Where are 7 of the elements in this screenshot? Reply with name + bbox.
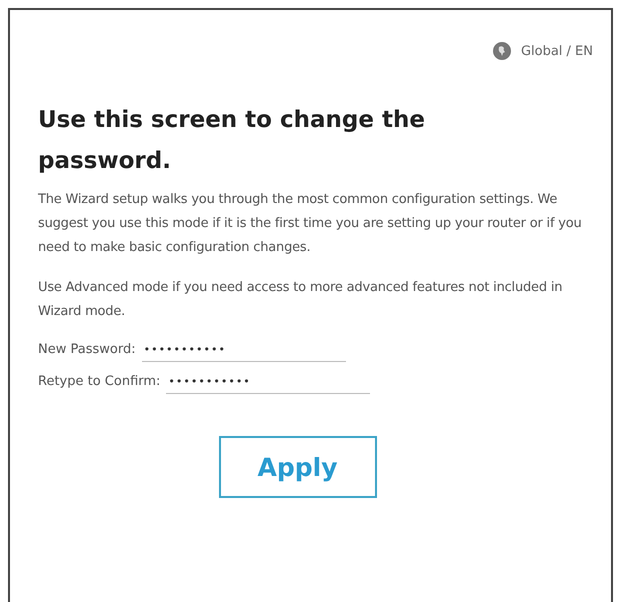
field-label: Retype to Confirm: bbox=[38, 374, 160, 391]
page-heading: Use this screen to change the password. bbox=[38, 106, 426, 176]
description-text: The Wizard setup walks you through the most common configuration settings. We suggest you use this mode if it is the first time you are setting up your router or if you need to make basic configuration changes. bbox=[38, 191, 583, 257]
field-label: New Password: bbox=[38, 342, 136, 359]
language-selector[interactable]: Global / EN bbox=[520, 44, 593, 58]
globe-icon bbox=[492, 42, 511, 60]
description-text: Use Advanced mode if you need access to more advanced features not included in Wizard mode. bbox=[38, 279, 564, 321]
